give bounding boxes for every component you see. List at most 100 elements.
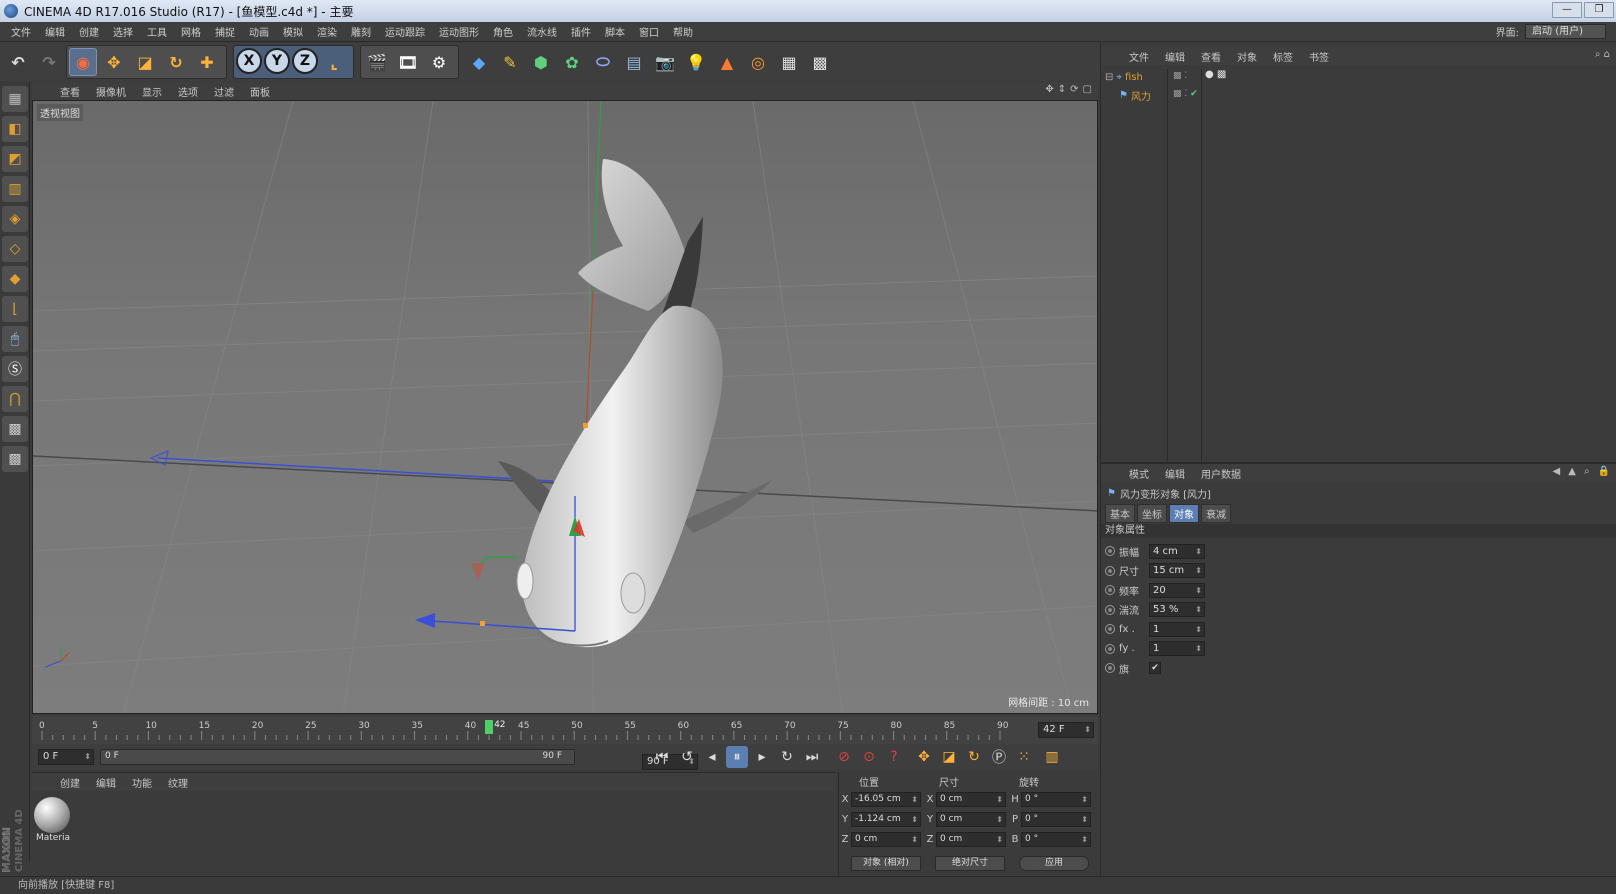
object-menu-item[interactable]: 对象 (1229, 49, 1265, 64)
checker-icon[interactable]: ▩ (806, 48, 834, 76)
preview-range-slider[interactable]: 0 F 90 F (100, 749, 575, 765)
material-item[interactable]: Materia (34, 797, 72, 847)
menu-item[interactable]: 窗口 (632, 24, 666, 39)
object-menu-item[interactable]: 书签 (1301, 49, 1337, 64)
gizmo-x-handle[interactable] (415, 613, 435, 628)
viewport-menu-item[interactable]: 显示 (134, 84, 170, 99)
recent-tool-icon[interactable]: ✚ (193, 48, 221, 76)
menu-item[interactable]: 流水线 (520, 24, 564, 39)
menu-item[interactable]: 雕刻 (344, 24, 378, 39)
object-search-icon[interactable]: ⌕ ⌂ (1595, 49, 1610, 60)
menu-item[interactable]: 角色 (486, 24, 520, 39)
key-scale-icon[interactable]: ◪ (938, 746, 960, 768)
object-menu-item[interactable]: 查看 (1193, 49, 1229, 64)
material-menu-item[interactable]: 编辑 (88, 775, 124, 790)
object-menu-item[interactable]: 编辑 (1157, 49, 1193, 64)
attribute-menu-item[interactable]: 用户数据 (1193, 466, 1249, 481)
timeline-window-icon[interactable]: ▥ (1041, 746, 1063, 768)
menu-item[interactable]: 工具 (140, 24, 174, 39)
next-frame-icon[interactable]: ▸ (751, 746, 773, 768)
floor-icon[interactable]: ▤ (620, 48, 648, 76)
restore-button[interactable]: ❐ (1584, 2, 1614, 18)
menu-item[interactable]: 运动图形 (432, 24, 486, 39)
param-animate-radio[interactable] (1105, 624, 1115, 634)
lock-icon[interactable]: 🔒 (1598, 466, 1610, 477)
model-mode-icon[interactable]: ◧ (2, 116, 28, 142)
position-field[interactable]: 0 cm (851, 831, 921, 847)
deformer-icon[interactable]: ⬭ (589, 48, 617, 76)
object-menu-item[interactable]: 标签 (1265, 49, 1301, 64)
start-frame-field[interactable]: 0 F (38, 749, 94, 765)
param-field[interactable]: 20 (1149, 582, 1205, 598)
gizmo-plane-fill[interactable] (471, 563, 485, 581)
object-menu-item[interactable]: 文件 (1121, 49, 1157, 64)
menu-item[interactable]: 文件 (4, 24, 38, 39)
camera-icon[interactable]: 📷 (651, 48, 679, 76)
size-field[interactable]: 0 cm (936, 791, 1006, 807)
viewport-menu-item[interactable]: 面板 (242, 84, 278, 99)
next-key-icon[interactable]: ↻ (776, 746, 798, 768)
subdivision-icon[interactable]: ⬢ (527, 48, 555, 76)
material-menu-item[interactable]: 创建 (52, 775, 88, 790)
viewport-menu-item[interactable]: 查看 (52, 84, 88, 99)
zoom-view-icon[interactable]: ⇕ (1058, 84, 1066, 95)
param-field[interactable]: 1 (1149, 641, 1205, 656)
param-checkbox[interactable]: ✔ (1149, 662, 1161, 674)
menu-item[interactable]: 创建 (72, 24, 106, 39)
menu-item[interactable]: 运动跟踪 (378, 24, 432, 39)
position-field[interactable]: -1.124 cm (851, 811, 921, 827)
key-rotation-icon[interactable]: ↻ (963, 746, 985, 768)
rotation-field[interactable]: 0 ° (1021, 831, 1091, 847)
polygons-mode-icon[interactable]: ◆ (2, 266, 28, 292)
perspective-viewport[interactable]: 透视视图 网格间距 : 10 cm (32, 100, 1098, 714)
previous-key-icon[interactable]: ↺ (676, 746, 698, 768)
coordinate-system-icon[interactable]: ⌞ (320, 48, 348, 76)
menu-item[interactable]: 帮助 (666, 24, 700, 39)
rotation-field[interactable]: 0 ° (1021, 811, 1091, 827)
menu-item[interactable]: 网格 (174, 24, 208, 39)
layout-dropdown[interactable]: 启动 (用户) (1525, 24, 1606, 39)
param-field[interactable]: 15 cm (1149, 563, 1205, 578)
key-position-icon[interactable]: ✥ (913, 746, 935, 768)
scale-icon[interactable]: ◪ (131, 48, 159, 76)
z-axis-lock-icon[interactable]: Z (292, 48, 318, 74)
object-name-wind[interactable]: 风力 (1131, 88, 1151, 103)
pen-spline-icon[interactable]: ✎ (496, 48, 524, 76)
menu-item[interactable]: 动画 (242, 24, 276, 39)
param-animate-radio[interactable] (1105, 565, 1115, 576)
tab-0[interactable]: 基本 (1105, 504, 1135, 523)
edges-mode-icon[interactable]: ◇ (2, 236, 28, 262)
size-mode-dropdown[interactable]: 绝对尺寸 (935, 856, 1005, 871)
viewport-menu-item[interactable]: 摄像机 (88, 84, 134, 99)
param-field[interactable]: 4 cm (1149, 543, 1205, 559)
make-editable-icon[interactable]: ▦ (2, 86, 28, 112)
key-pla-icon[interactable]: ⁙ (1013, 746, 1035, 768)
position-field[interactable]: -16.05 cm (851, 791, 921, 807)
back-arrow-icon[interactable]: ◀ (1553, 466, 1561, 477)
param-field[interactable]: 53 % (1149, 602, 1205, 617)
workplane-lock-icon[interactable]: ▩ (2, 416, 28, 442)
magnet-icon[interactable]: ⋂ (2, 386, 28, 412)
orbit-view-icon[interactable]: ⟳ (1070, 84, 1078, 95)
mograph-icon[interactable]: ▲ (713, 48, 741, 76)
record-keys-icon[interactable]: ⊘ (833, 746, 855, 768)
keyframe-selection-icon[interactable]: ? (883, 746, 905, 768)
rotate-icon[interactable]: ↻ (162, 48, 190, 76)
maximize-view-icon[interactable]: ▢ (1083, 84, 1092, 95)
redo-icon[interactable]: ↷ (35, 48, 63, 76)
param-animate-radio[interactable] (1105, 546, 1115, 556)
menu-item[interactable]: 脚本 (598, 24, 632, 39)
move-icon[interactable]: ✥ (100, 48, 128, 76)
timeline-ruler[interactable]: 0 5 10 15 20 25 30 35 40 45 50 55 60 65 70 75 80 85 90 42 … (32, 716, 1098, 744)
object-name-fish[interactable]: fish (1125, 72, 1143, 83)
render-picture-viewer-icon[interactable]: 🎞 (394, 48, 422, 76)
cube-primitive-icon[interactable]: ◆ (465, 48, 493, 76)
menu-item[interactable]: 模拟 (276, 24, 310, 39)
key-parameter-icon[interactable]: Ⓟ (988, 746, 1010, 768)
apply-button[interactable]: 应用 (1019, 856, 1089, 871)
tab-2[interactable]: 对象 (1169, 504, 1199, 523)
current-frame-field[interactable]: 42 F (1038, 722, 1094, 738)
attribute-search-icon[interactable]: ⌕ (1584, 466, 1590, 477)
texture-mode-icon[interactable]: ◩ (2, 146, 28, 172)
attribute-menu-item[interactable]: 模式 (1121, 466, 1157, 481)
